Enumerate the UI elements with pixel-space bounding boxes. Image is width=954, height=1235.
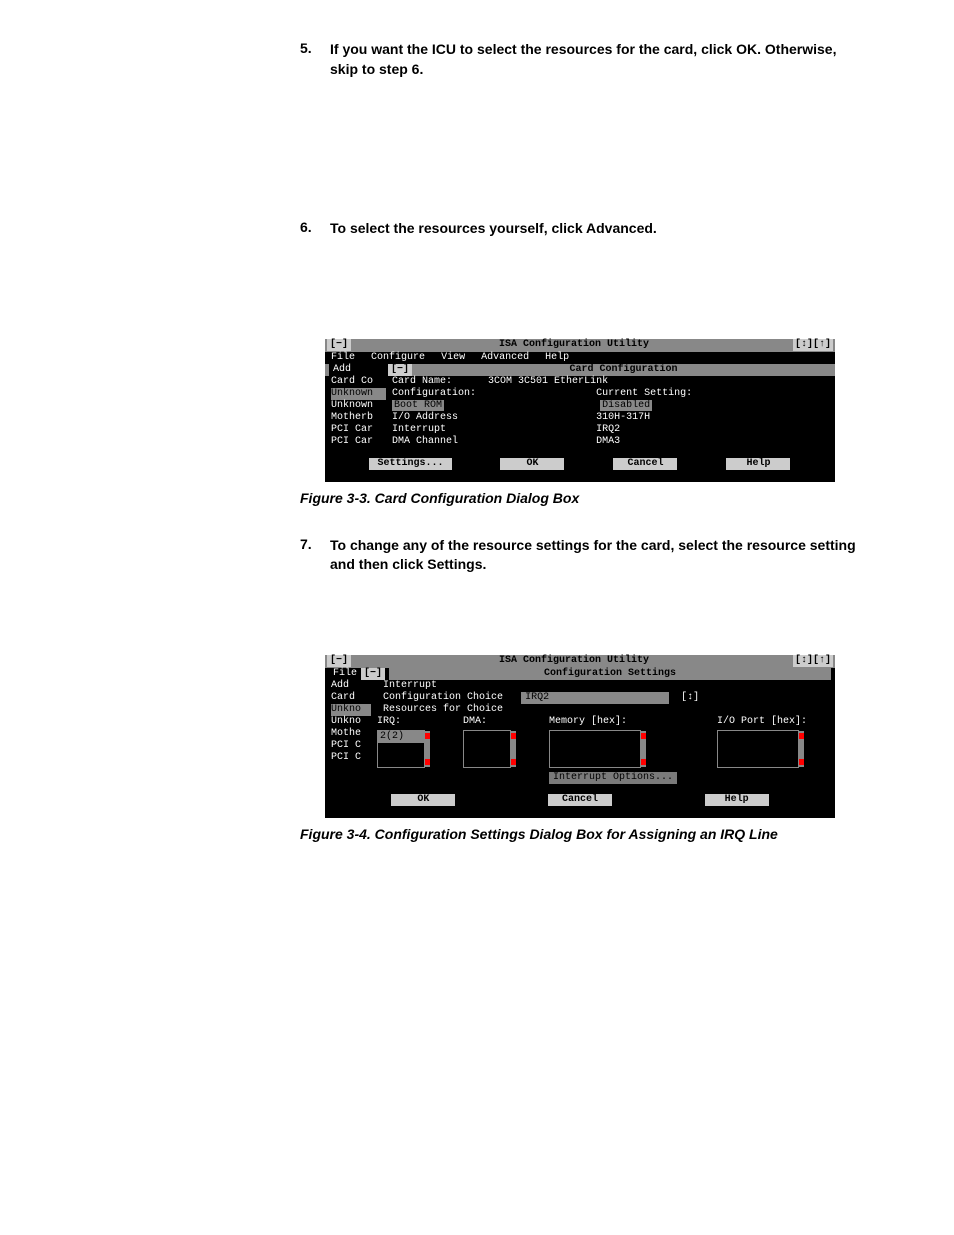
dma-listbox[interactable] [463, 730, 511, 768]
col-ioport: I/O Port [hex]: [717, 716, 829, 784]
irq-selected[interactable]: 2(2) [378, 731, 424, 743]
row-config-choice: Card Configuration Choice IRQ2 [↕] [325, 692, 835, 704]
sub-sysmenu-icon-2[interactable]: [−] [361, 668, 385, 680]
step-5: 5. If you want the ICU to select the res… [300, 40, 860, 79]
cancel-button[interactable]: Cancel [613, 458, 677, 470]
sub-sysmenu-icon[interactable]: [−] [388, 364, 412, 376]
settings-button[interactable]: Settings... [369, 458, 451, 470]
row-bootrom[interactable]: Unknown Boot ROM Disabled [325, 400, 835, 412]
menu-view[interactable]: View [441, 352, 465, 363]
step-7: 7. To change any of the resource setting… [300, 536, 860, 575]
sub-title: Card Configuration [416, 364, 831, 376]
step-7-text: To change any of the resource settings f… [330, 536, 860, 575]
ioport-listbox[interactable] [717, 730, 799, 768]
resize-icon-2[interactable]: [↕][↑] [793, 655, 833, 667]
figure-3-3-caption: Figure 3-3. Card Configuration Dialog Bo… [300, 490, 860, 506]
resource-columns: Unkno Mothe PCI C PCI C IRQ: 2(2) DMA: [325, 716, 835, 784]
row-cardname: Card Co Card Name: 3COM 3C501 EtherLink [325, 376, 835, 388]
menu-advanced[interactable]: Advanced [481, 352, 529, 363]
menu-bar: File Configure View Advanced Help [325, 352, 835, 364]
sub-title-2: Configuration Settings [389, 668, 831, 680]
col-dma: DMA: [463, 716, 541, 784]
row-ioaddress[interactable]: Motherb I/O Address 310H-317H [325, 412, 835, 424]
row-interrupt-label: Add Interrupt [325, 680, 835, 692]
menu-file-2[interactable]: File [329, 668, 361, 680]
figure-3-4: [−] ISA Configuration Utility [↕][↑] Fil… [300, 655, 860, 842]
sysmenu-icon[interactable]: [−] [327, 339, 351, 351]
menu-file[interactable]: File [331, 352, 355, 363]
step-5-number: 5. [300, 40, 330, 79]
button-row-2: OK Cancel Help [325, 790, 835, 812]
config-settings-dialog: [−] ISA Configuration Utility [↕][↑] Fil… [325, 655, 835, 818]
scrollbar-icon[interactable] [641, 731, 646, 767]
row-config: Unknown Configuration: Current Setting: [325, 388, 835, 400]
figure-3-4-caption: Figure 3-4. Configuration Settings Dialo… [300, 826, 860, 842]
window-title: ISA Configuration Utility [355, 339, 793, 351]
title-bar: [−] ISA Configuration Utility [↕][↑] [325, 339, 835, 352]
col-irq: IRQ: 2(2) [377, 716, 455, 784]
dropdown-icon[interactable]: [↕] [681, 692, 699, 703]
ok-button[interactable]: OK [500, 458, 564, 470]
menu-help[interactable]: Help [545, 352, 569, 363]
step-7-number: 7. [300, 536, 330, 575]
scrollbar-icon[interactable] [425, 731, 430, 767]
page-content: 5. If you want the ICU to select the res… [300, 40, 860, 842]
scrollbar-icon[interactable] [511, 731, 516, 767]
interrupt-options-button[interactable]: Interrupt Options... [549, 772, 677, 784]
scrollbar-icon[interactable] [799, 731, 804, 767]
button-row: Settings... OK Cancel Help [325, 454, 835, 476]
menu-configure[interactable]: Configure [371, 352, 425, 363]
cancel-button-2[interactable]: Cancel [548, 794, 612, 806]
window-title-2: ISA Configuration Utility [355, 655, 793, 667]
step-6: 6. To select the resources yourself, cli… [300, 219, 860, 239]
sub-left-label: Add [329, 364, 388, 376]
irq-listbox[interactable]: 2(2) [377, 730, 425, 768]
memory-listbox[interactable] [549, 730, 641, 768]
step-5-text: If you want the ICU to select the resour… [330, 40, 860, 79]
sub-header-2: File [−] Configuration Settings [325, 668, 835, 680]
resize-icon[interactable]: [↕][↑] [793, 339, 833, 351]
step-6-text: To select the resources yourself, click … [330, 219, 657, 239]
card-config-dialog: [−] ISA Configuration Utility [↕][↑] Fil… [325, 339, 835, 482]
config-choice-field[interactable]: IRQ2 [521, 692, 669, 704]
row-resources-label: Unkno Resources for Choice [325, 704, 835, 716]
title-bar-2: [−] ISA Configuration Utility [↕][↑] [325, 655, 835, 668]
sysmenu-icon-2[interactable]: [−] [327, 655, 351, 667]
row-dma[interactable]: PCI Car DMA Channel DMA3 [325, 436, 835, 448]
help-button-2[interactable]: Help [705, 794, 769, 806]
step-6-number: 6. [300, 219, 330, 239]
col-memory: Memory [hex]: Interrupt Options... [549, 716, 709, 784]
sub-header: Add [−] Card Configuration [325, 364, 835, 376]
figure-3-3: [−] ISA Configuration Utility [↕][↑] Fil… [300, 339, 860, 506]
help-button[interactable]: Help [726, 458, 790, 470]
row-interrupt[interactable]: PCI Car Interrupt IRQ2 [325, 424, 835, 436]
ok-button-2[interactable]: OK [391, 794, 455, 806]
